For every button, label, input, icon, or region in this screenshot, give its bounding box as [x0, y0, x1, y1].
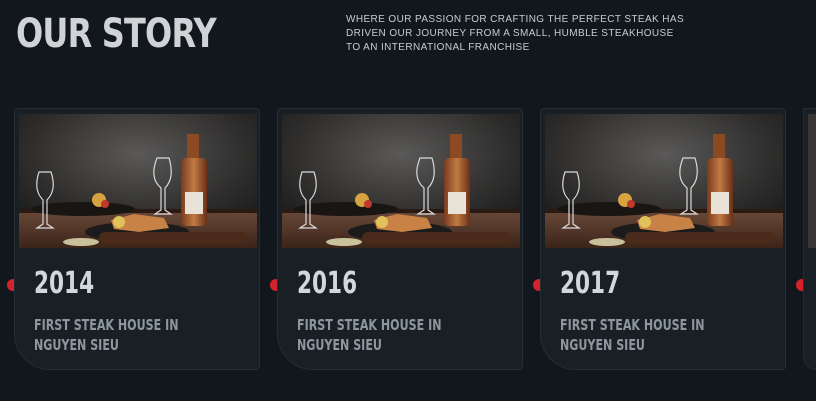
caption-line-2: NGUYEN SIEU	[34, 336, 119, 354]
timeline-card-partial[interactable]	[803, 108, 816, 370]
steak-dinner-photo	[282, 114, 520, 248]
timeline-card[interactable]: 2014 FIRST STEAK HOUSE IN NGUYEN SIEU	[14, 108, 260, 370]
timeline-caption: FIRST STEAK HOUSE IN NGUYEN SIEU	[297, 315, 445, 355]
steak-dinner-image	[545, 114, 783, 248]
timeline-carousel[interactable]: 2014 FIRST STEAK HOUSE IN NGUYEN SIEU 20…	[0, 108, 816, 378]
caption-line-2: NGUYEN SIEU	[560, 336, 645, 354]
caption-line-1: FIRST STEAK HOUSE IN	[297, 316, 442, 334]
intro-line-3: TO AN INTERNATIONAL FRANCHISE	[346, 42, 530, 53]
steak-dinner-photo	[19, 114, 257, 248]
timeline-caption: FIRST STEAK HOUSE IN NGUYEN SIEU	[34, 315, 182, 355]
timeline-card[interactable]: 2017 FIRST STEAK HOUSE IN NGUYEN SIEU	[540, 108, 786, 370]
intro-line-2: DRIVEN OUR JOURNEY FROM A SMALL, HUMBLE …	[346, 28, 674, 39]
timeline-caption: FIRST STEAK HOUSE IN NGUYEN SIEU	[560, 315, 708, 355]
steak-dinner-photo	[545, 114, 783, 248]
steak-dinner-image	[19, 114, 257, 248]
timeline-year: 2017	[560, 266, 621, 301]
intro-line-1: WHERE OUR PASSION FOR CRAFTING THE PERFE…	[346, 14, 685, 25]
section-title: OUR STORY	[16, 11, 217, 57]
timeline-year: 2016	[297, 266, 358, 301]
caption-line-2: NGUYEN SIEU	[297, 336, 382, 354]
caption-line-1: FIRST STEAK HOUSE IN	[34, 316, 179, 334]
timeline-year: 2014	[34, 266, 95, 301]
steak-dinner-image	[282, 114, 520, 248]
steak-dinner-photo	[808, 114, 816, 248]
timeline-card[interactable]: 2016 FIRST STEAK HOUSE IN NGUYEN SIEU	[277, 108, 523, 370]
our-story-section: OUR STORY WHERE OUR PASSION FOR CRAFTING…	[0, 0, 816, 401]
section-intro: WHERE OUR PASSION FOR CRAFTING THE PERFE…	[346, 13, 706, 55]
caption-line-1: FIRST STEAK HOUSE IN	[560, 316, 705, 334]
